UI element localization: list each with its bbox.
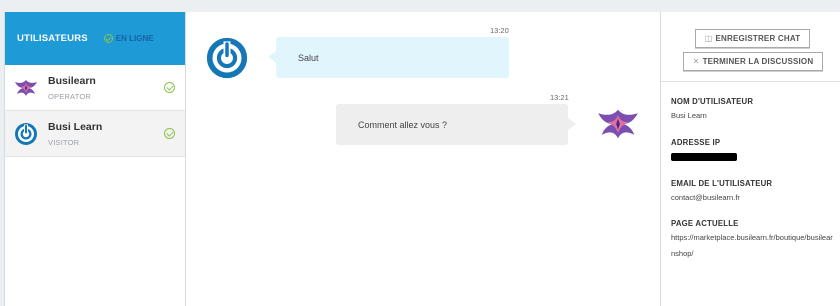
save-chat-button[interactable]: ◫ ENREGISTRER CHAT — [695, 29, 810, 48]
online-check-icon — [164, 82, 175, 93]
online-check-icon — [164, 128, 175, 139]
online-status: EN LIGNE — [103, 34, 154, 43]
chat-app: UTILISATEURS EN LIGNE Busilearn OPERATOR — [4, 12, 840, 306]
end-discussion-label: TERMINER LA DISCUSSION — [702, 57, 814, 66]
message-bubble-outgoing: Comment allez vous ? — [336, 104, 576, 145]
user-list-item-busilearn[interactable]: Busilearn OPERATOR — [5, 65, 185, 111]
save-icon: ◫ — [704, 34, 713, 43]
user-role: VISITOR — [48, 137, 80, 147]
end-discussion-button[interactable]: ✕ TERMINER LA DISCUSSION — [683, 52, 823, 71]
message-time: 13:20 — [490, 26, 509, 35]
save-chat-label: ENREGISTRER CHAT — [715, 34, 801, 43]
phoenix-logo-icon — [13, 75, 39, 101]
users-panel-header: UTILISATEURS EN LIGNE — [5, 12, 185, 65]
username-value: Busi Learn — [671, 111, 707, 120]
current-page-value[interactable]: https://marketplace.busilearn.fr/boutiqu… — [671, 230, 835, 262]
message-bubble-incoming: Salut — [268, 37, 509, 78]
online-label: EN LIGNE — [115, 34, 154, 43]
username-label: NOM D'UTILISATEUR — [671, 97, 754, 106]
divider — [661, 81, 840, 82]
power-icon — [13, 121, 39, 147]
online-check-icon — [103, 34, 113, 43]
phoenix-logo-icon — [596, 102, 640, 146]
message-time: 13:21 — [550, 93, 569, 102]
email-label: EMAIL DE L'UTILISATEUR — [671, 179, 773, 188]
users-panel: UTILISATEURS EN LIGNE Busilearn OPERATOR — [4, 12, 186, 306]
user-role: OPERATOR — [48, 91, 91, 101]
power-icon — [205, 36, 249, 80]
message-text: Salut — [298, 52, 319, 63]
user-name: Busi Learn — [48, 120, 103, 133]
close-icon: ✕ — [692, 57, 700, 66]
user-details-panel: ◫ ENREGISTRER CHAT ✕ TERMINER LA DISCUSS… — [660, 12, 840, 306]
chat-panel: 13:20 Salut 13:21 Comment allez vous ? — [186, 12, 660, 306]
user-name: Busilearn — [48, 74, 96, 87]
message-text: Comment allez vous ? — [358, 119, 448, 130]
user-list-item-busi-learn[interactable]: Busi Learn VISITOR — [5, 111, 185, 157]
email-value: contact@busilearn.fr — [671, 193, 740, 202]
ip-label: ADRESSE IP — [671, 138, 721, 147]
current-page-label: PAGE ACTUELLE — [671, 219, 739, 228]
users-panel-title: UTILISATEURS — [17, 33, 88, 44]
ip-value-redacted — [671, 153, 737, 161]
